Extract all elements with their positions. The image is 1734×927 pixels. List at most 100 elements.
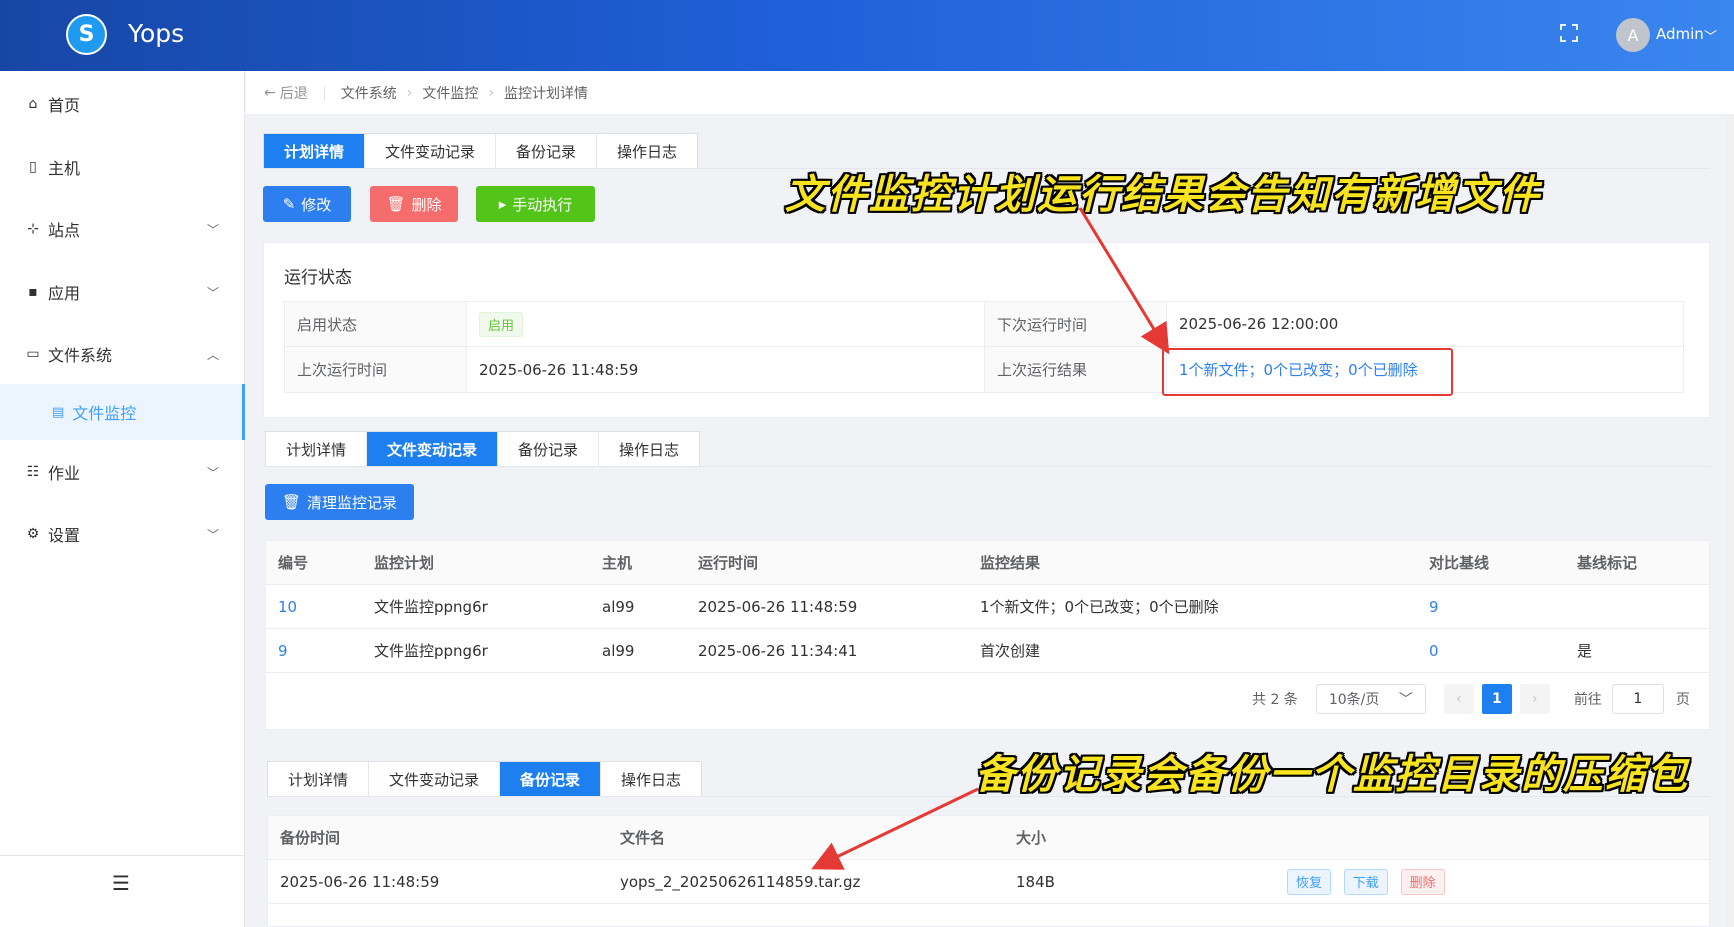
column-header: 运行时间 <box>686 552 968 573</box>
sidebar-item-filesystem[interactable]: ▭ 文件系统 ︿ <box>0 329 245 379</box>
divider <box>265 466 1710 467</box>
sidebar: ⌂ 首页 ▯ 主机 ⊹ 站点 ﹀ ▪ 应用 ﹀ ▭ 文件系统 ︿ ▤ 文件监控 … <box>0 71 245 927</box>
play-icon: ▸ <box>499 195 507 213</box>
column-header: 监控结果 <box>968 552 1417 573</box>
edit-icon: ✎ <box>283 195 296 213</box>
table-row: 10 文件监控ppng6r al99 2025-06-26 11:48:59 1… <box>266 585 1709 629</box>
sidebar-item-label: 主机 <box>48 155 80 179</box>
table-cell: 文件监控ppng6r <box>362 640 590 661</box>
enabled-label: 启用状态 <box>285 302 467 346</box>
home-icon: ⌂ <box>24 96 42 112</box>
tab-op-log[interactable]: 操作日志 <box>599 432 699 466</box>
fullscreen-icon[interactable] <box>1560 24 1578 42</box>
sidebar-item-file-monitor[interactable]: ▤ 文件监控 <box>0 384 245 440</box>
delete-backup-button[interactable]: 删除 <box>1401 869 1445 895</box>
tab-backups[interactable]: 备份记录 <box>496 134 597 168</box>
divider <box>324 86 325 100</box>
sidebar-item-apps[interactable]: ▪ 应用 ﹀ <box>0 267 245 317</box>
task-icon: ☷ <box>24 464 42 480</box>
chevron-right-icon: › <box>488 85 494 101</box>
breadcrumb: ← 后退 文件系统 › 文件监控 › 监控计划详情 <box>246 71 1734 115</box>
delete-button[interactable]: 🗑删除 <box>370 186 458 222</box>
tab-op-log[interactable]: 操作日志 <box>601 762 701 796</box>
app-logo[interactable]: S <box>66 14 107 55</box>
column-header: 备份时间 <box>268 827 608 848</box>
breadcrumb-item[interactable]: 文件监控 <box>422 83 478 103</box>
next-run-label: 下次运行时间 <box>985 302 1167 346</box>
column-header: 对比基线 <box>1417 552 1565 573</box>
table-cell: yops_2_20250626114859.tar.gz <box>608 873 1004 891</box>
page-number[interactable]: 1 <box>1482 684 1512 714</box>
column-header: 主机 <box>590 552 686 573</box>
chevron-down-icon: ﹀ <box>207 464 219 481</box>
tab-plan-detail[interactable]: 计划详情 <box>264 134 365 168</box>
tab-plan-detail[interactable]: 计划详情 <box>266 432 367 466</box>
tab-backups[interactable]: 备份记录 <box>500 762 601 796</box>
annotation-top: 文件监控计划运行结果会告知有新增文件 <box>785 162 1541 220</box>
clear-records-button[interactable]: 🗑清理监控记录 <box>265 484 414 520</box>
user-name[interactable]: Admin <box>1656 25 1704 43</box>
last-run-value: 2025-06-26 11:48:59 <box>467 347 985 392</box>
run-label: 手动执行 <box>512 194 572 215</box>
baseline-link[interactable]: 0 <box>1417 642 1565 660</box>
status-badge: 启用 <box>479 312 523 337</box>
pagination-total: 共 2 条 <box>1252 689 1298 709</box>
download-button[interactable]: 下载 <box>1344 869 1388 895</box>
prev-page-button[interactable]: ‹ <box>1444 684 1474 714</box>
status-title: 运行状态 <box>284 263 352 288</box>
delete-label: 删除 <box>412 194 442 215</box>
back-label: 后退 <box>280 83 308 103</box>
sidebar-item-hosts[interactable]: ▯ 主机 <box>0 142 245 192</box>
record-id-link[interactable]: 9 <box>266 642 362 660</box>
sidebar-item-sites[interactable]: ⊹ 站点 ﹀ <box>0 204 245 254</box>
tabs-plan: 计划详情 文件变动记录 备份记录 操作日志 <box>263 133 698 169</box>
sidebar-item-label: 站点 <box>48 217 80 241</box>
apps-icon: ▪ <box>24 284 42 300</box>
tab-plan-detail[interactable]: 计划详情 <box>268 762 369 796</box>
sidebar-item-home[interactable]: ⌂ 首页 <box>0 79 245 129</box>
table-header: 备份时间 文件名 大小 <box>268 816 1709 860</box>
tab-op-log[interactable]: 操作日志 <box>597 134 697 168</box>
arrow-left-icon: ← <box>264 85 276 101</box>
next-page-button[interactable]: › <box>1520 684 1550 714</box>
page-size-select[interactable]: 10条/页 ﹀ <box>1316 684 1426 714</box>
pagination: 共 2 条 10条/页 ﹀ ‹ 1 › 前往 1 页 <box>1252 684 1690 714</box>
edit-button[interactable]: ✎修改 <box>263 186 351 222</box>
divider <box>0 855 245 856</box>
avatar[interactable]: A <box>1616 18 1650 52</box>
back-button[interactable]: ← 后退 <box>264 83 308 103</box>
backups-table: 备份时间 文件名 大小 2025-06-26 11:48:59 yops_2_2… <box>267 815 1710 927</box>
folder-icon: ▭ <box>24 346 42 362</box>
table-cell: al99 <box>590 598 686 616</box>
sidebar-item-jobs[interactable]: ☷ 作业 ﹀ <box>0 447 245 497</box>
tab-file-changes[interactable]: 文件变动记录 <box>369 762 500 796</box>
sidebar-item-settings[interactable]: ⚙ 设置 ﹀ <box>0 509 245 559</box>
restore-button[interactable]: 恢复 <box>1287 869 1331 895</box>
scrollbar[interactable] <box>1726 115 1734 927</box>
status-descriptions: 启用状态 启用 下次运行时间 2025-06-26 12:00:00 上次运行时… <box>284 301 1684 393</box>
tab-file-changes[interactable]: 文件变动记录 <box>367 432 498 466</box>
table-header: 编号 监控计划 主机 运行时间 监控结果 对比基线 基线标记 <box>266 541 1709 585</box>
chevron-down-icon: ﹀ <box>1399 689 1413 709</box>
baseline-link[interactable]: 9 <box>1417 598 1565 616</box>
record-id-link[interactable]: 10 <box>266 598 362 616</box>
table-cell: 首次创建 <box>968 640 1417 661</box>
page-size-value: 10条/页 <box>1329 689 1380 709</box>
breadcrumb-item[interactable]: 文件系统 <box>341 83 397 103</box>
table-cell: 是 <box>1565 640 1705 661</box>
menu-collapse-icon[interactable]: ☰ <box>112 871 130 895</box>
tabs-backups: 计划详情 文件变动记录 备份记录 操作日志 <box>267 761 702 797</box>
column-header: 基线标记 <box>1565 552 1705 573</box>
last-run-label: 上次运行时间 <box>285 347 467 392</box>
sidebar-item-label: 首页 <box>48 92 80 116</box>
table-cell: 1个新文件；0个已改变；0个已删除 <box>968 596 1417 617</box>
table-cell: 184B <box>1004 873 1287 891</box>
chevron-down-icon[interactable]: ﹀ <box>1704 26 1717 45</box>
run-button[interactable]: ▸ 手动执行 <box>476 186 595 222</box>
tab-file-changes[interactable]: 文件变动记录 <box>365 134 496 168</box>
file-icon: ▤ <box>52 405 64 420</box>
trash-icon: 🗑 <box>282 493 301 511</box>
tab-backups[interactable]: 备份记录 <box>498 432 599 466</box>
goto-page-input[interactable]: 1 <box>1612 684 1664 714</box>
row-actions: 恢复 下载 删除 <box>1287 869 1687 895</box>
